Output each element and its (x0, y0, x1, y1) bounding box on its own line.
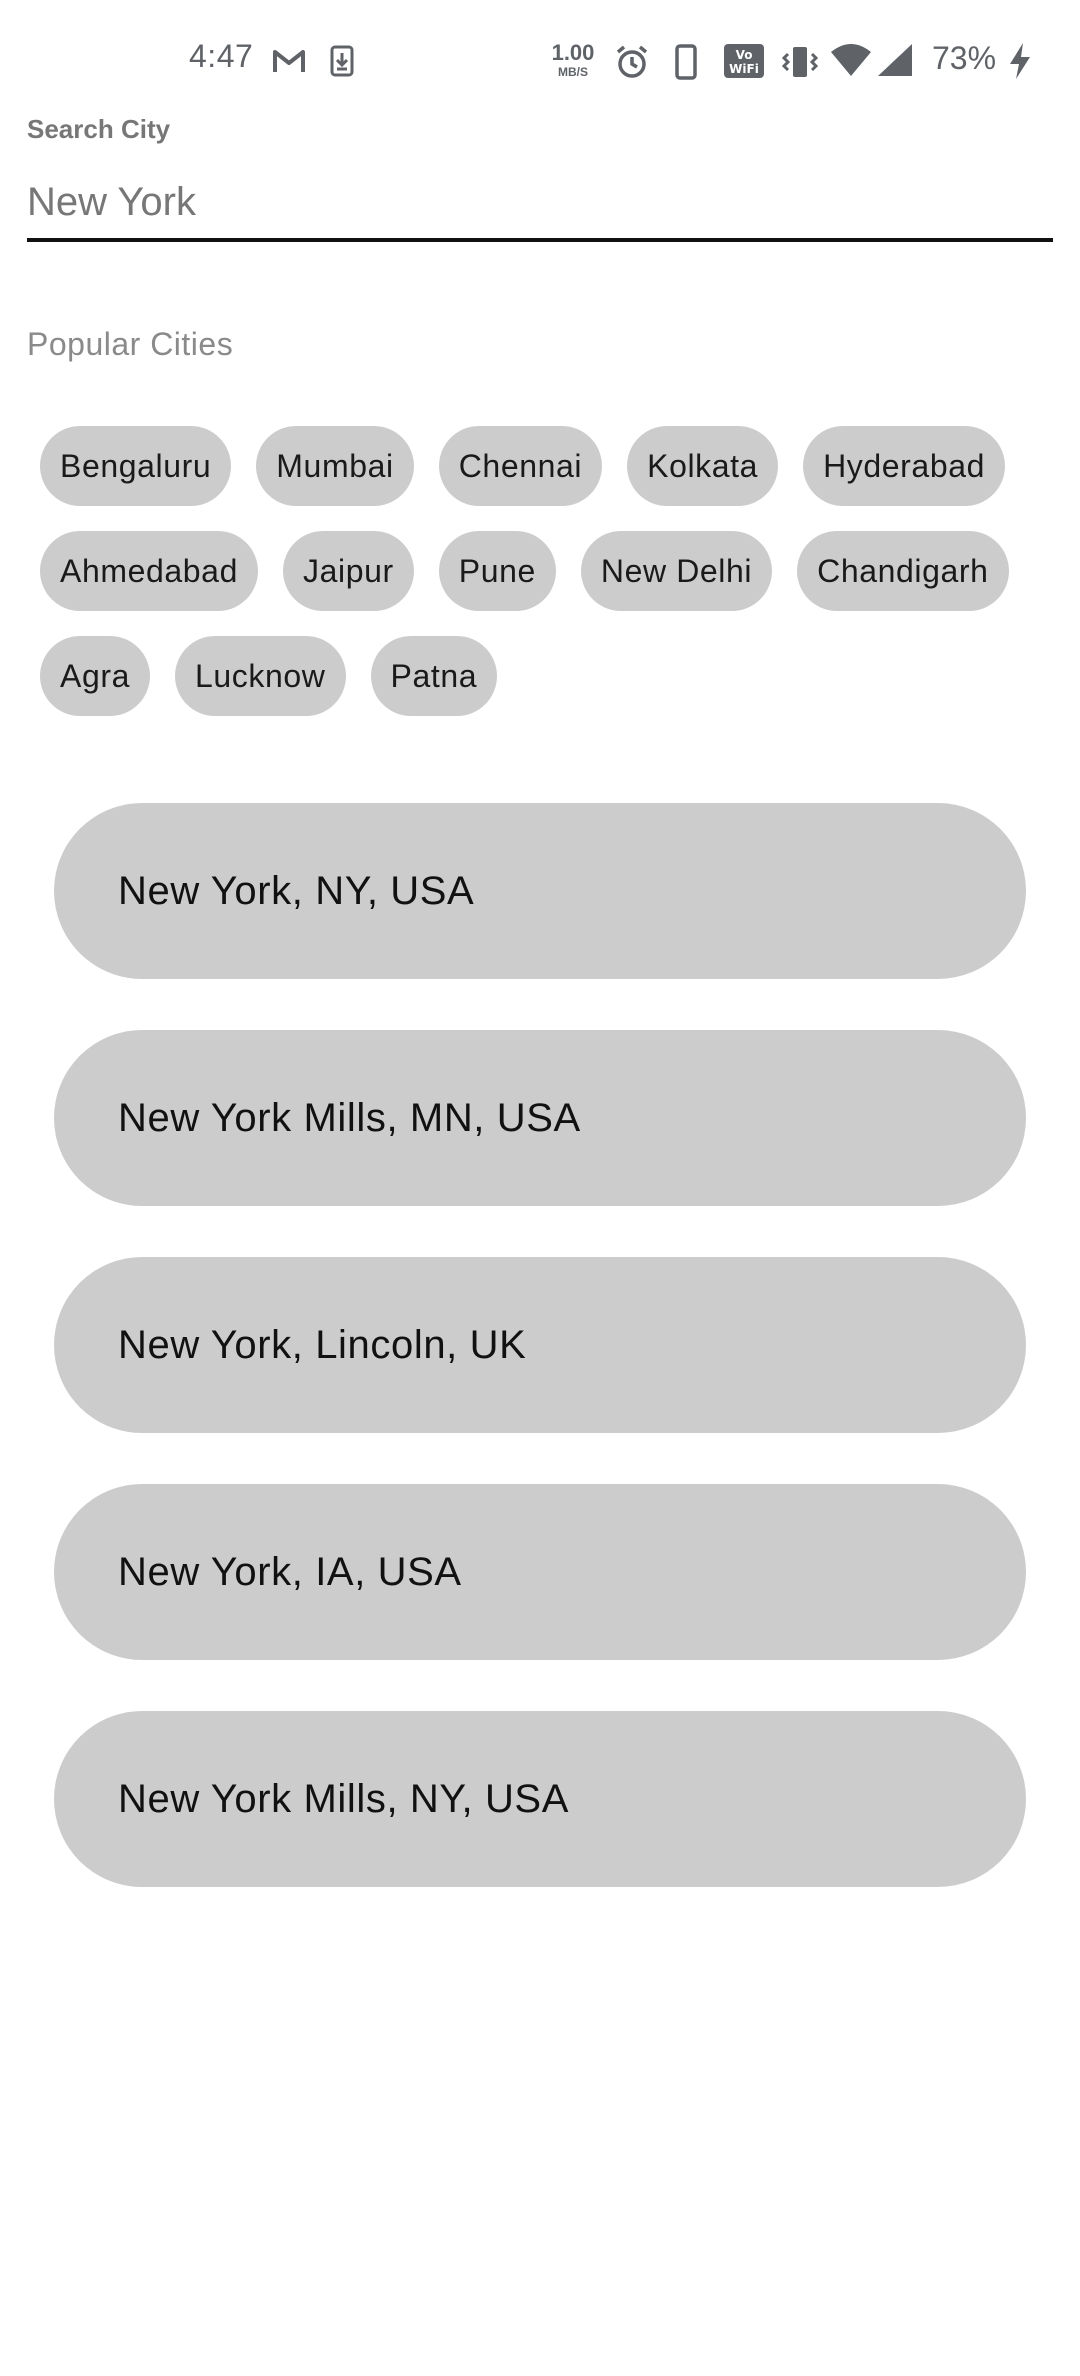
vibrate-icon (782, 47, 818, 77)
city-chip[interactable]: Mumbai (256, 426, 414, 506)
city-chip[interactable]: Jaipur (282, 531, 414, 611)
vowifi-icon: Vo WiFi (724, 44, 764, 78)
network-speed-value: 1.00 (551, 40, 595, 65)
search-input[interactable] (27, 166, 1053, 242)
search-result-item[interactable]: New York Mills, MN, USA (54, 1030, 1026, 1206)
search-label: Search City (27, 114, 171, 144)
city-chip[interactable]: Chennai (438, 426, 603, 506)
wifi-icon (831, 44, 871, 76)
svg-text:Vo: Vo (736, 48, 753, 62)
city-chip[interactable]: Pune (438, 531, 556, 611)
search-result-item[interactable]: New York, IA, USA (54, 1484, 1026, 1660)
popular-cities-title: Popular Cities (27, 326, 234, 362)
svg-text:WiFi: WiFi (729, 62, 759, 76)
network-speed-unit: MB/S (558, 65, 588, 79)
city-chip[interactable]: Bengaluru (40, 426, 232, 506)
network-speed: 1.00 MB/S (550, 40, 596, 79)
status-bar: 4:47 1.00 MB/S Vo WiFi 73% (0, 0, 1080, 120)
search-results-list: New York, NY, USA New York Mills, MN, US… (54, 803, 1026, 1938)
signal-icon (878, 44, 912, 76)
popular-cities-chips: Bengaluru Mumbai Chennai Kolkata Hyderab… (40, 426, 1050, 716)
phone-icon (675, 44, 697, 80)
download-icon (330, 45, 354, 77)
search-result-item[interactable]: New York, NY, USA (54, 803, 1026, 979)
city-chip[interactable]: Hyderabad (803, 426, 1006, 506)
city-chip[interactable]: New Delhi (580, 531, 773, 611)
city-chip[interactable]: Kolkata (627, 426, 779, 506)
battery-percent: 73% (932, 40, 997, 76)
search-result-item[interactable]: New York Mills, NY, USA (54, 1711, 1026, 1887)
city-chip[interactable]: Chandigarh (797, 531, 1009, 611)
city-chip[interactable]: Patna (370, 636, 498, 716)
city-chip[interactable]: Ahmedabad (40, 531, 258, 611)
city-chip[interactable]: Lucknow (175, 636, 346, 716)
alarm-icon (616, 45, 648, 78)
status-time: 4:47 (189, 38, 254, 74)
gmail-icon (273, 50, 305, 72)
city-chip[interactable]: Agra (40, 636, 150, 716)
charging-icon (1010, 43, 1030, 79)
search-result-item[interactable]: New York, Lincoln, UK (54, 1257, 1026, 1433)
